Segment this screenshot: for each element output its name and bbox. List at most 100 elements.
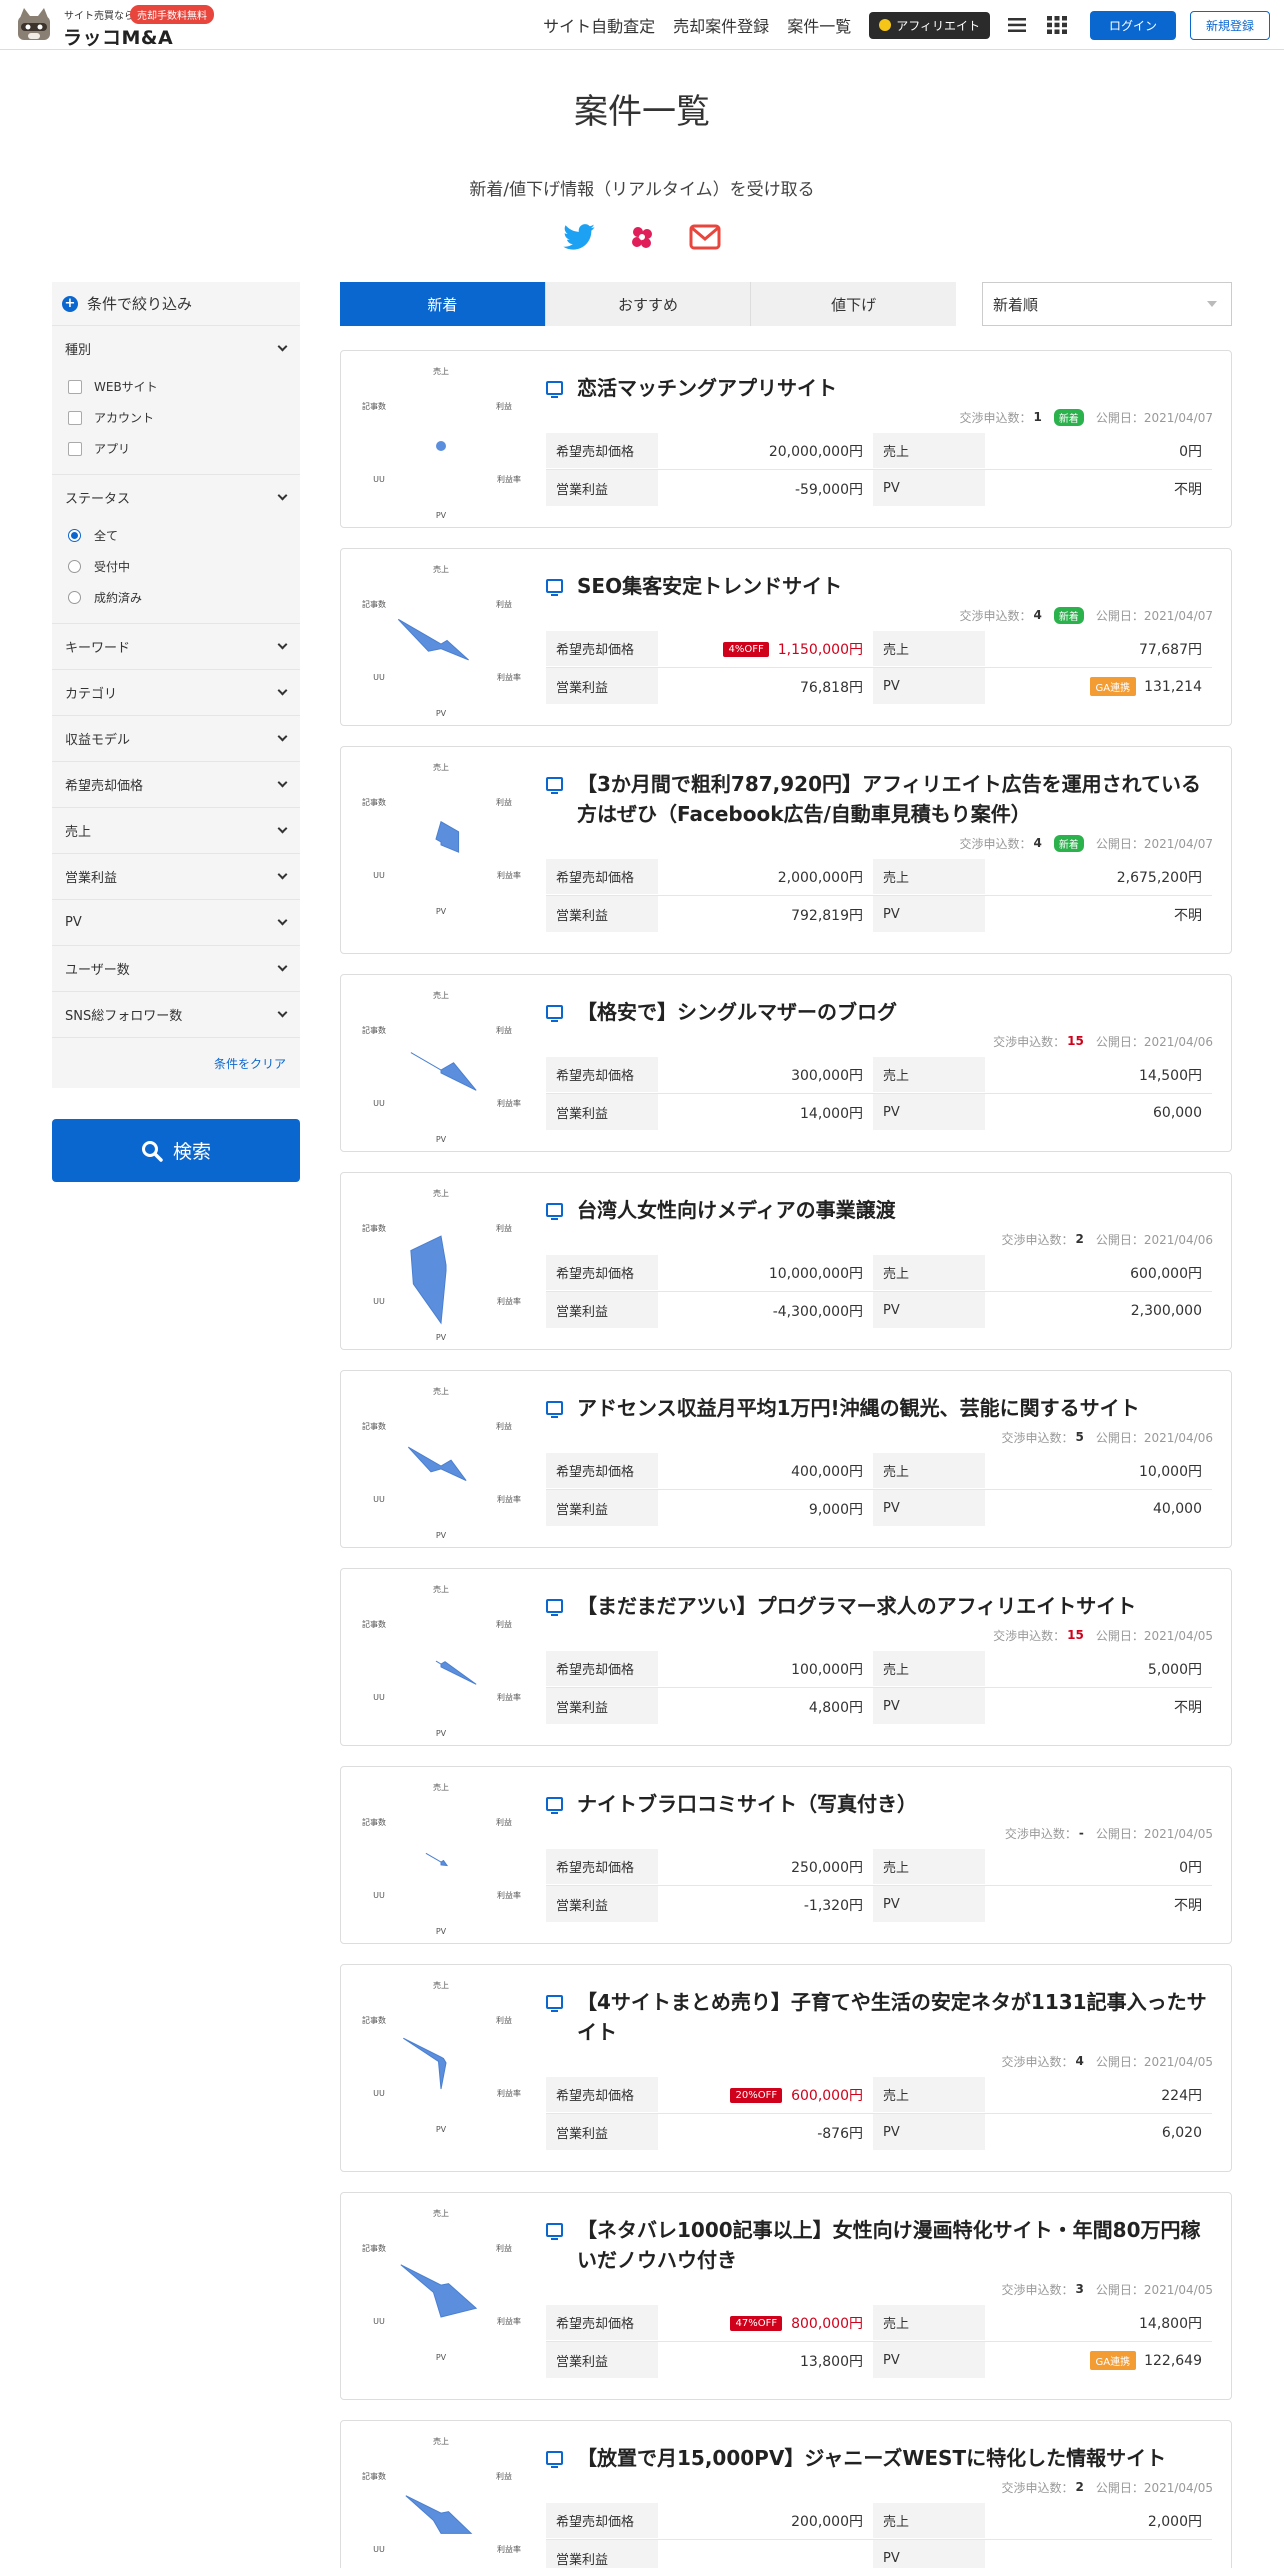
table-row: 希望売却価格 100,000円 売上 5,000円 [546,1651,1212,1688]
discount-badge: 20%OFF [730,2087,783,2103]
listing-card[interactable]: 売上 利益 利益率 PV UU 記事数 アドセンス収益月平均1万円!沖縄の観光、芸能に関する… [340,1370,1232,1548]
financial-table: 希望売却価格 20%OFF 600,000円 売上 224円 営業利益 -876円 PV 6,0… [546,2077,1212,2151]
filter-keyword-toggle[interactable]: キーワード [52,624,300,669]
filter-revenue-model-toggle[interactable]: 収益モデル [52,716,300,761]
profit-value: 792,819円 [791,907,863,924]
radar-axis-label: UU [373,2317,385,2326]
published-date: 公開日：2021/04/07 [1096,607,1213,624]
price-label: 希望売却価格 [546,859,658,895]
filter-sales-toggle[interactable]: 売上 [52,808,300,853]
sort-select[interactable]: 新着順 [982,282,1232,326]
published-date: 公開日：2021/04/05 [1096,2281,1213,2298]
filter-keyword: キーワード [52,624,300,670]
radar-area [407,1446,467,1481]
filter-price-toggle[interactable]: 希望売却価格 [52,762,300,807]
listing-meta: 交渉申込数： 4 公開日：2021/04/05 [546,2051,1213,2071]
slack-icon[interactable] [625,220,659,254]
listing-title[interactable]: SEO集客安定トレンドサイト [546,571,1213,601]
checkbox[interactable] [68,410,82,425]
listing-card[interactable]: 売上 利益 利益率 PV UU 記事数 【4サイトまとめ売り】子育てや生活の安定ネタが113… [340,1964,1232,2172]
listing-card[interactable]: 売上 利益 利益率 PV UU 記事数 恋活マッチングアプリサイト 交渉申込数： 1 新着 公開日：… [340,350,1232,528]
published-date: 公開日：2021/04/07 [1096,409,1213,426]
tab-recommended[interactable]: おすすめ [546,282,752,326]
listing-title[interactable]: 【まだまだアツい】プログラマー求人のアフィリエイトサイト [546,1591,1213,1621]
negotiations-label: 交渉申込数： [1004,1826,1077,1841]
listing-card[interactable]: 売上 利益 利益率 PV UU 記事数 【まだまだアツい】プログラマー求人のアフィリエイトサ… [340,1568,1232,1746]
financial-table: 希望売却価格 250,000円 売上 0円 営業利益 -1,320円 PV 不明 [546,1849,1212,1923]
filter-profit-toggle[interactable]: 営業利益 [52,854,300,899]
radar-axis-label: 記事数 [362,1025,386,1035]
tab-new[interactable]: 新着 [340,282,546,326]
checkbox[interactable] [68,379,82,394]
listing-title[interactable]: 【3か月間で粗利787,920円】アフィリエイト広告を運用されている方はぜひ（F… [546,769,1213,829]
listing-card[interactable]: 売上 利益 利益率 PV UU 記事数 【格安で】シングルマザーのブログ 交渉申込数： 15 公開… [340,974,1232,1152]
monitor-icon [546,777,563,794]
option-open[interactable]: 受付中 [68,551,300,582]
search-button[interactable]: 検索 [52,1119,300,1182]
pv-label: PV [873,1886,985,1923]
listing-title[interactable]: 恋活マッチングアプリサイト [546,373,1213,403]
clear-filters-link[interactable]: 条件をクリア [214,1055,286,1072]
filter-pv-toggle[interactable]: PV [52,900,300,945]
hamburger-menu-icon[interactable] [1004,12,1030,38]
discount-badge: 47%OFF [730,2315,783,2331]
grid-menu-icon[interactable] [1044,12,1070,38]
listing-title[interactable]: 【ネタバレ1000記事以上】女性向け漫画特化サイト・年間80万円稼いだノウハウ付… [546,2215,1213,2275]
published-label: 公開日： [1095,608,1144,623]
signup-button[interactable]: 新規登録 [1189,10,1270,40]
pv-label: PV [873,2540,985,2568]
listing-title[interactable]: 台湾人女性向けメディアの事業譲渡 [546,1195,1213,1225]
listing-card[interactable]: 売上 利益 利益率 PV UU 記事数 台湾人女性向けメディアの事業譲渡 交渉申込数： 2 公開日… [340,1172,1232,1350]
listing-card[interactable]: 売上利益利益率PVUU記事数【放置で月15,000PV】ジャニーズWESTに特化… [340,2420,1232,2568]
filter-category-toggle[interactable]: カテゴリ [52,670,300,715]
table-row: 希望売却価格 10,000,000円 売上 600,000円 [546,1255,1212,1292]
filter-status-options: 全て 受付中 成約済み [52,520,300,623]
table-row: 営業利益 PV [546,2540,1212,2568]
filter-label: 収益モデル [65,733,131,748]
radio-button[interactable] [68,529,81,542]
published-label: 公開日： [1095,836,1144,851]
filter-type-toggle[interactable]: 種別 [52,326,300,371]
negotiations-count: 4 [1033,608,1042,622]
radio-button[interactable] [68,560,81,573]
site-logo[interactable]: サイト売買なら 売却手数料無料 ラッコM&A [14,4,224,49]
listing-title[interactable]: 【格安で】シングルマザーのブログ [546,997,1213,1027]
nav-listings[interactable]: 案件一覧 [787,13,851,37]
mail-icon[interactable] [688,220,722,254]
price-label: 希望売却価格 [546,2305,658,2341]
price-cell: 2,000,000円 [658,859,873,895]
listing-card[interactable]: 売上 利益 利益率 PV UU 記事数 SEO集客安定トレンドサイト 交渉申込数： 4 新着 公開日… [340,548,1232,726]
listing-title[interactable]: 【放置で月15,000PV】ジャニーズWESTに特化した情報サイト [546,2443,1213,2473]
monitor-icon [546,2223,563,2240]
filter-status-toggle[interactable]: ステータス [52,475,300,520]
checkbox[interactable] [68,441,82,456]
filter-users-toggle[interactable]: ユーザー数 [52,946,300,991]
negotiations-label: 交渉申込数： [1001,1232,1074,1247]
profit-label: 営業利益 [546,2342,658,2379]
option-closed[interactable]: 成約済み [68,582,300,613]
option-app[interactable]: アプリ [68,433,300,464]
twitter-icon[interactable] [562,220,596,254]
nav-site-appraisal[interactable]: サイト自動査定 [543,13,655,37]
table-row: 営業利益 14,000円 PV 60,000 [546,1094,1212,1131]
listing-card[interactable]: 売上 利益 利益率 PV UU 記事数 ナイトブラ口コミサイト（写真付き） 交渉申込数： - 公開… [340,1766,1232,1944]
listing-title-text: アドセンス収益月平均1万円!沖縄の観光、芸能に関するサイト [577,1396,1140,1420]
listing-card[interactable]: 売上 利益 利益率 PV UU 記事数 【3か月間で粗利787,920円】アフィリエイト広告… [340,746,1232,954]
price-cell: 250,000円 [658,1849,873,1885]
option-account[interactable]: アカウント [68,402,300,433]
login-button[interactable]: ログイン [1089,10,1176,40]
filter-sales: 売上 [52,808,300,854]
listing-title[interactable]: ナイトブラ口コミサイト（写真付き） [546,1789,1213,1819]
listing-title[interactable]: 【4サイトまとめ売り】子育てや生活の安定ネタが1131記事入ったサイト [546,1987,1213,2047]
filter-heading[interactable]: + 条件で絞り込み [52,282,300,326]
tab-price-drop[interactable]: 値下げ [751,282,956,326]
option-all[interactable]: 全て [68,520,300,551]
listing-card[interactable]: 売上 利益 利益率 PV UU 記事数 【ネタバレ1000記事以上】女性向け漫画特化サイト・… [340,2192,1232,2400]
filter-sns-followers-toggle[interactable]: SNS総フォロワー数 [52,992,300,1037]
affiliate-button[interactable]: アフィリエイト [869,11,990,39]
profit-label: 営業利益 [546,1094,658,1131]
radio-button[interactable] [68,591,81,604]
nav-sell-registration[interactable]: 売却案件登録 [673,13,769,37]
option-web-site[interactable]: WEBサイト [68,371,300,402]
listing-title[interactable]: アドセンス収益月平均1万円!沖縄の観光、芸能に関するサイト [546,1393,1213,1423]
